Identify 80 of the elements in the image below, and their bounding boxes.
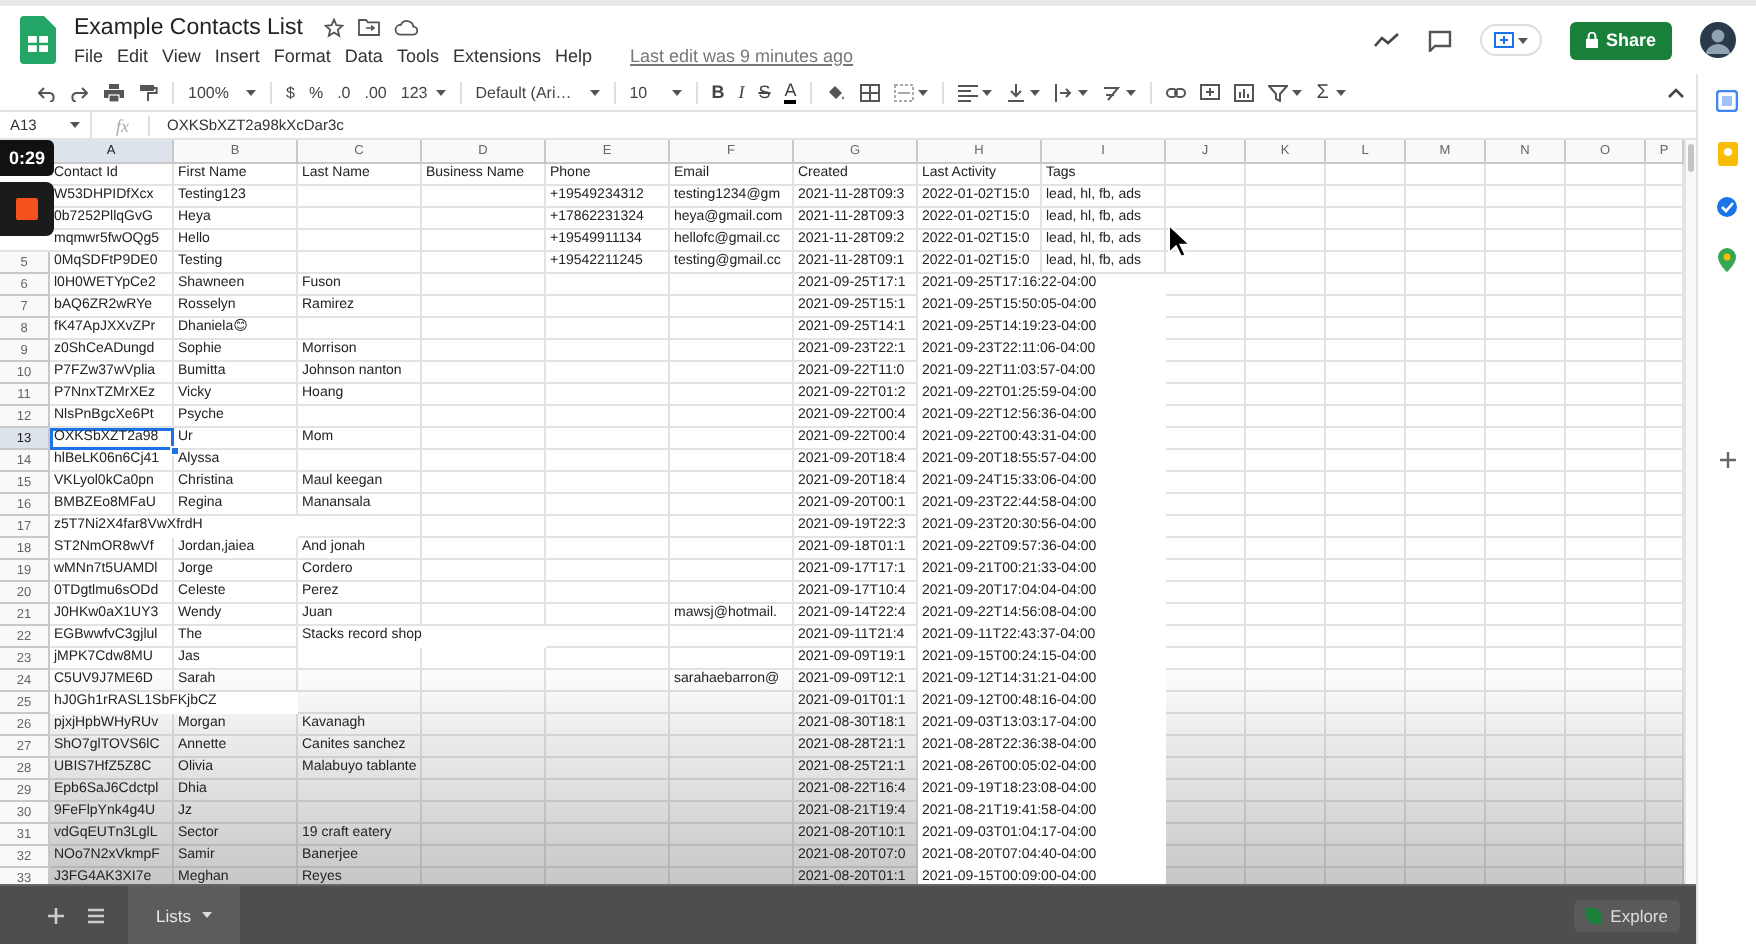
menu-item[interactable]: Help xyxy=(554,45,592,65)
vertical-align-icon[interactable] xyxy=(1006,83,1027,101)
print-icon[interactable] xyxy=(104,83,124,101)
insert-chart-icon[interactable] xyxy=(1234,83,1255,101)
bold-button[interactable]: B xyxy=(711,82,725,102)
caret-icon xyxy=(70,122,80,128)
map-pin-icon[interactable] xyxy=(1718,248,1736,272)
caret-icon xyxy=(1517,37,1528,43)
cursor-icon xyxy=(1168,224,1190,258)
add-sheet-icon[interactable] xyxy=(48,907,64,923)
font-size-dropdown[interactable]: 10 xyxy=(629,83,682,101)
paint-format-icon[interactable] xyxy=(138,83,158,101)
folder-icon[interactable] xyxy=(358,18,381,36)
star-icon[interactable] xyxy=(324,17,345,37)
redo-icon[interactable] xyxy=(70,83,90,101)
font-dropdown[interactable]: Default (Ari… xyxy=(475,83,600,101)
present-button[interactable] xyxy=(1479,24,1542,56)
fill-color-icon[interactable] xyxy=(826,83,847,101)
decrease-decimals-button[interactable]: .0 xyxy=(337,83,351,101)
cloud-icon[interactable] xyxy=(394,18,419,36)
comment-icon[interactable] xyxy=(1427,29,1452,51)
recording-timer: 0:29 xyxy=(0,140,54,176)
functions-button[interactable]: Σ xyxy=(1316,81,1347,103)
caret-icon xyxy=(435,89,446,95)
caret-icon xyxy=(202,912,213,918)
italic-button[interactable]: I xyxy=(738,82,745,102)
menu-item[interactable]: Edit xyxy=(117,45,149,65)
caret-icon xyxy=(918,89,929,95)
link-icon[interactable] xyxy=(1166,83,1187,101)
lock-icon xyxy=(1585,32,1598,48)
caret-icon xyxy=(671,89,682,95)
caret-icon xyxy=(982,89,993,95)
add-icon[interactable] xyxy=(1719,452,1735,468)
text-rotate-icon[interactable] xyxy=(1102,83,1123,101)
merge-cells-icon[interactable] xyxy=(894,83,915,101)
menu-item[interactable]: Extensions xyxy=(452,45,541,65)
last-edit-link[interactable]: Last edit was 9 minutes ago xyxy=(630,45,854,65)
explore-icon xyxy=(1586,907,1603,923)
menu-item[interactable]: Format xyxy=(273,45,331,65)
caret-icon xyxy=(1078,89,1089,95)
text-color-button[interactable]: A xyxy=(784,81,797,103)
zoom-dropdown[interactable]: 100% xyxy=(188,83,256,101)
insert-comment-icon[interactable] xyxy=(1200,83,1221,101)
borders-icon[interactable] xyxy=(860,83,881,101)
align-left-icon[interactable] xyxy=(958,83,979,101)
tasks-icon[interactable] xyxy=(1716,196,1738,218)
menu-item[interactable]: Data xyxy=(344,45,383,65)
fx-label: fx xyxy=(116,115,149,135)
scrollbar[interactable] xyxy=(1684,140,1696,884)
caret-icon xyxy=(1292,89,1303,95)
menu-item[interactable]: Insert xyxy=(214,45,260,65)
text-wrap-icon[interactable] xyxy=(1054,83,1075,101)
percent-button[interactable]: % xyxy=(308,83,324,101)
strikethrough-button[interactable]: S xyxy=(758,82,771,102)
caret-icon xyxy=(1126,89,1137,95)
sheet-list-icon[interactable] xyxy=(88,907,104,923)
explore-button[interactable]: Explore xyxy=(1574,899,1680,931)
increase-decimals-button[interactable]: .00 xyxy=(364,83,387,101)
number-format-dropdown[interactable]: 123 xyxy=(400,83,446,101)
avatar-icon[interactable] xyxy=(1700,22,1736,58)
sheets-logo-icon[interactable] xyxy=(20,16,56,64)
caret-icon xyxy=(1030,89,1041,95)
document-title[interactable]: Example Contacts List xyxy=(74,15,303,39)
caret-icon xyxy=(589,89,600,95)
trend-chart-icon[interactable] xyxy=(1373,32,1400,48)
menu-item[interactable]: View xyxy=(162,45,201,65)
stop-recording-button[interactable] xyxy=(0,182,54,236)
undo-icon[interactable] xyxy=(36,83,56,101)
calendar-icon[interactable] xyxy=(1716,90,1738,112)
present-icon xyxy=(1493,32,1514,48)
menu-item[interactable]: Tools xyxy=(396,45,439,65)
filter-icon[interactable] xyxy=(1268,83,1289,101)
caret-icon xyxy=(246,89,256,95)
share-button[interactable]: Share xyxy=(1569,21,1672,59)
menu-item[interactable]: File xyxy=(74,45,104,65)
fill-handle[interactable] xyxy=(170,446,180,456)
sheet-tab[interactable]: Lists xyxy=(128,886,241,944)
currency-button[interactable]: $ xyxy=(286,83,295,101)
collapse-icon[interactable] xyxy=(1668,87,1684,97)
caret-icon xyxy=(1336,89,1347,95)
